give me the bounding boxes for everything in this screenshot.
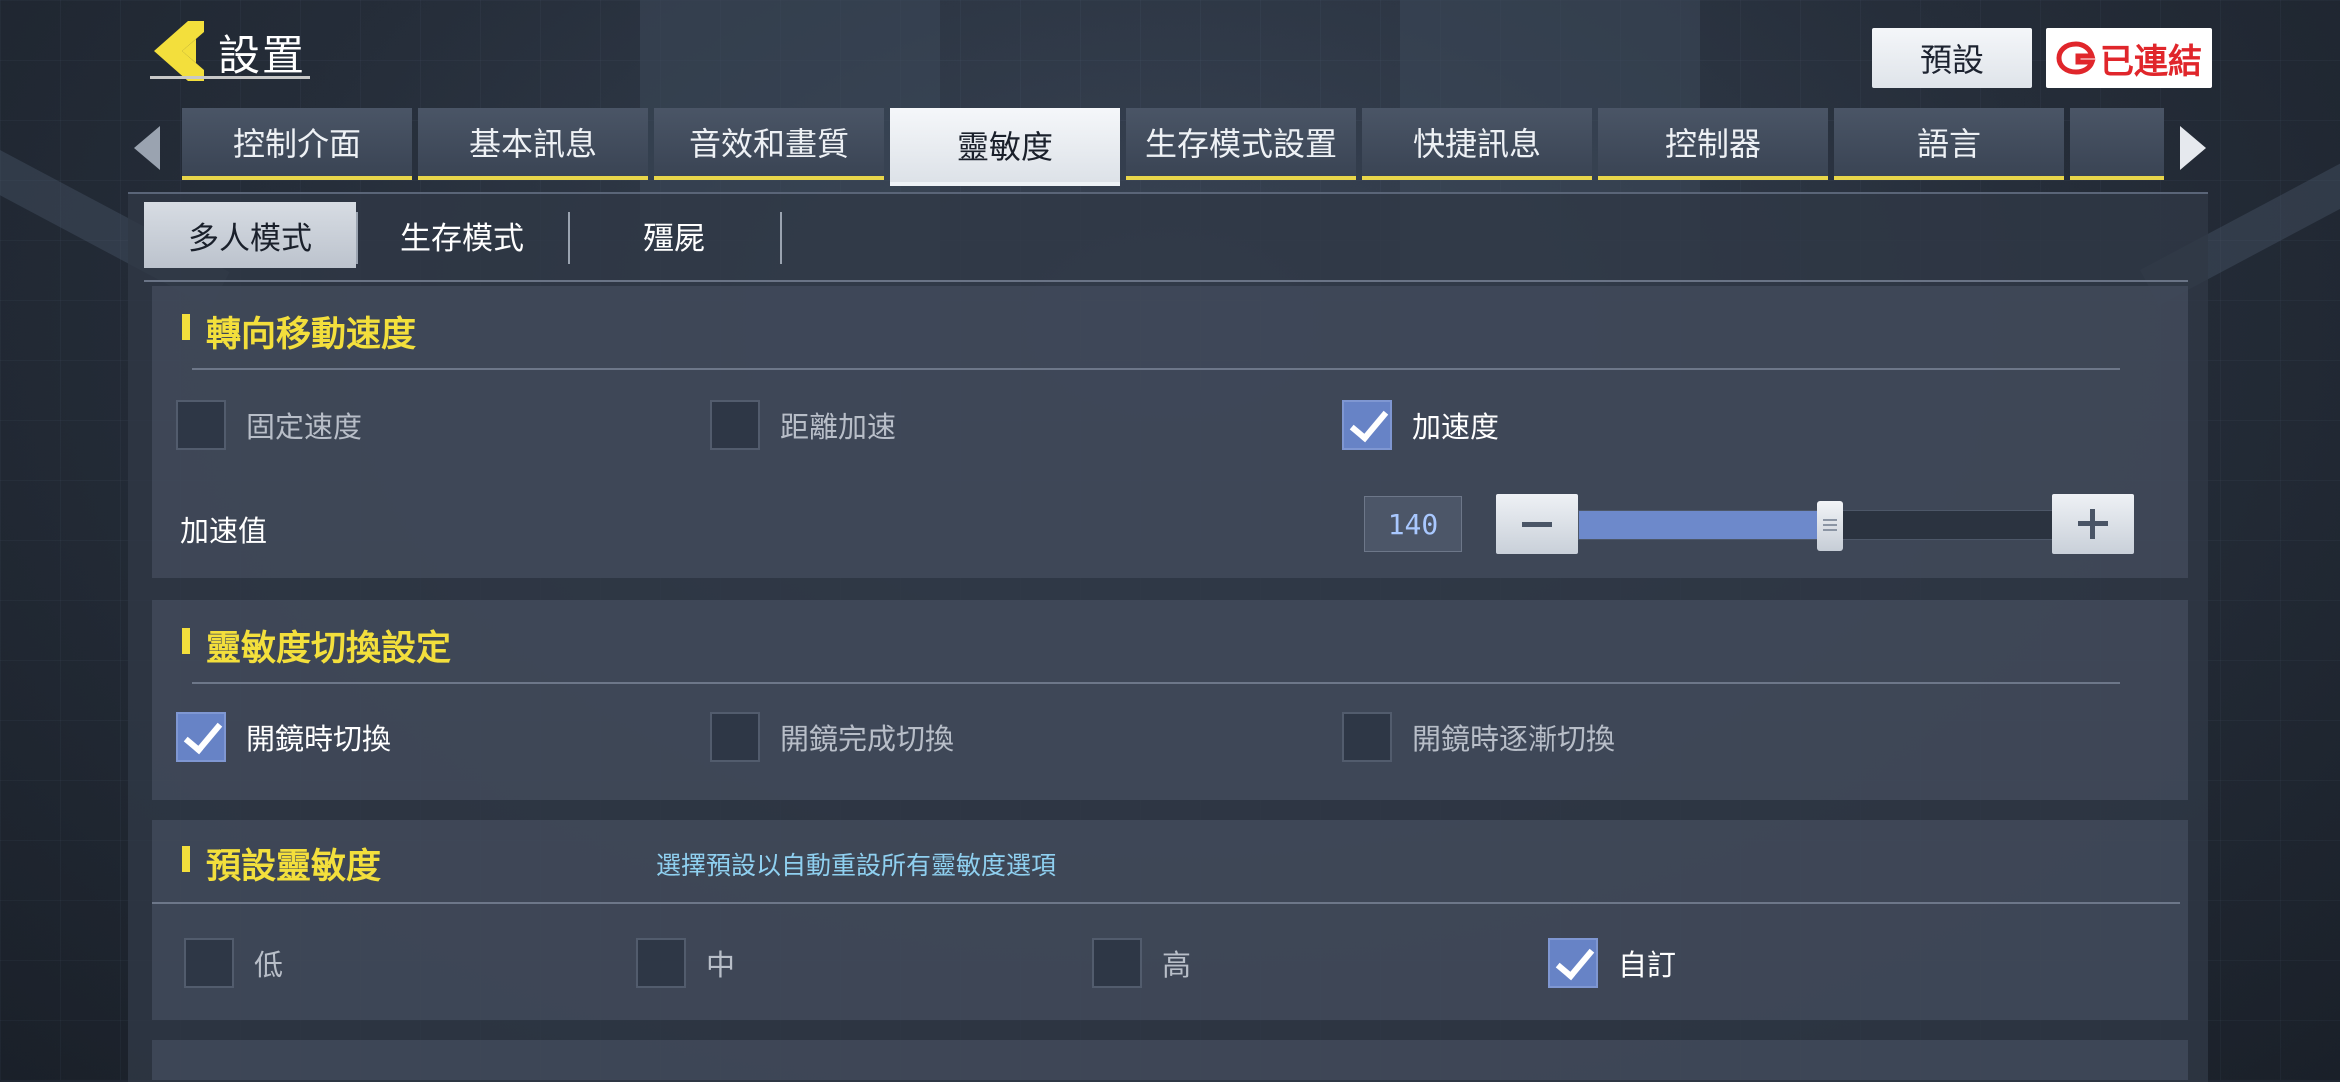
connected-button[interactable]: 已連結 <box>2046 28 2212 88</box>
preset-low-option[interactable]: 低 <box>184 938 283 988</box>
fixed-speed-checkbox[interactable] <box>176 400 226 450</box>
page-title: 設置 <box>218 31 307 80</box>
accel-increase-button[interactable] <box>2052 494 2134 554</box>
accel-value-label: 加速值 <box>180 514 268 548</box>
distance-accel-option[interactable]: 距離加速 <box>710 400 896 450</box>
preset-low-label: 低 <box>254 948 284 982</box>
title-underline <box>150 76 310 79</box>
tab-language[interactable]: 語言 <box>1834 108 2064 180</box>
preset-custom-checkbox[interactable] <box>1548 938 1598 988</box>
garena-logo-icon <box>2056 41 2096 75</box>
minus-icon <box>1522 521 1552 527</box>
scope-switch-label: 開鏡時切換 <box>246 722 392 756</box>
fixed-speed-option[interactable]: 固定速度 <box>176 400 362 450</box>
tab-quick-messages[interactable]: 快捷訊息 <box>1362 108 1592 180</box>
section-divider <box>192 368 2120 370</box>
tab-other[interactable]: 其 <box>2070 108 2164 180</box>
section-marker <box>182 314 190 340</box>
fixed-speed-label: 固定速度 <box>246 410 363 444</box>
preset-custom-option[interactable]: 自訂 <box>1548 938 1676 988</box>
tab-audio-graphics[interactable]: 音效和畫質 <box>654 108 884 180</box>
preset-custom-label: 自訂 <box>1618 948 1677 982</box>
accel-decrease-button[interactable] <box>1496 494 1578 554</box>
tabs-scroll-right-icon[interactable] <box>2180 126 2206 170</box>
scope-complete-switch-option[interactable]: 開鏡完成切換 <box>710 712 954 762</box>
preset-button[interactable]: 預設 <box>1872 28 2032 88</box>
plus-icon <box>2078 509 2108 539</box>
preset-medium-checkbox[interactable] <box>636 938 686 988</box>
scope-gradual-switch-checkbox[interactable] <box>1342 712 1392 762</box>
preset-hint: 選擇預設以自動重設所有靈敏度選項 <box>656 851 1057 880</box>
preset-high-option[interactable]: 高 <box>1092 938 1191 988</box>
settings-tabs: 控制介面 基本訊息 音效和畫質 靈敏度 生存模式設置 快捷訊息 控制器 語言 其 <box>182 108 2164 186</box>
accel-slider-handle[interactable] <box>1817 501 1844 551</box>
scope-switch-option[interactable]: 開鏡時切換 <box>176 712 391 762</box>
distance-accel-label: 距離加速 <box>780 410 897 444</box>
next-section <box>152 1040 2188 1080</box>
distance-accel-checkbox[interactable] <box>710 400 760 450</box>
section-divider <box>192 682 2120 684</box>
tab-basic-info[interactable]: 基本訊息 <box>418 108 648 180</box>
tab-sensitivity[interactable]: 靈敏度 <box>890 108 1120 186</box>
mode-subtabs: 多人模式 生存模式 殭屍 <box>144 202 782 268</box>
tabs-scroll-left-icon[interactable] <box>134 126 160 170</box>
section-divider <box>152 902 2180 904</box>
scope-complete-switch-checkbox[interactable] <box>710 712 760 762</box>
section-marker <box>182 846 190 872</box>
accel-slider-fill <box>1579 511 1831 539</box>
preset-medium-option[interactable]: 中 <box>636 938 735 988</box>
tab-controls[interactable]: 控制介面 <box>182 108 412 180</box>
scope-gradual-switch-label: 開鏡時逐漸切換 <box>1412 722 1616 756</box>
preset-high-checkbox[interactable] <box>1092 938 1142 988</box>
accel-value-display: 140 <box>1364 496 1462 552</box>
switch-settings-section: 靈敏度切換設定 <box>152 600 2188 800</box>
preset-medium-label: 中 <box>706 948 736 982</box>
back-arrow-icon <box>154 21 204 81</box>
acceleration-label: 加速度 <box>1412 410 1500 444</box>
subtab-multiplayer[interactable]: 多人模式 <box>144 202 356 268</box>
preset-high-label: 高 <box>1162 948 1192 982</box>
subtab-survival[interactable]: 生存模式 <box>356 202 568 268</box>
connected-label: 已連結 <box>2100 41 2202 82</box>
preset-sensitivity-section: 預設靈敏度 選擇預設以自動重設所有靈敏度選項 <box>152 820 2188 1020</box>
preset-low-checkbox[interactable] <box>184 938 234 988</box>
subtab-zombies[interactable]: 殭屍 <box>568 202 782 268</box>
subtab-divider <box>144 280 2188 282</box>
scope-complete-switch-label: 開鏡完成切換 <box>780 722 955 756</box>
tab-survival-settings[interactable]: 生存模式設置 <box>1126 108 1356 180</box>
acceleration-checkbox[interactable] <box>1342 400 1392 450</box>
tab-controller[interactable]: 控制器 <box>1598 108 1828 180</box>
scope-switch-checkbox[interactable] <box>176 712 226 762</box>
acceleration-option[interactable]: 加速度 <box>1342 400 1499 450</box>
section-marker <box>182 628 190 654</box>
scope-gradual-switch-option[interactable]: 開鏡時逐漸切換 <box>1342 712 1615 762</box>
back-button[interactable] <box>148 18 218 84</box>
accel-slider[interactable] <box>1578 501 2054 551</box>
